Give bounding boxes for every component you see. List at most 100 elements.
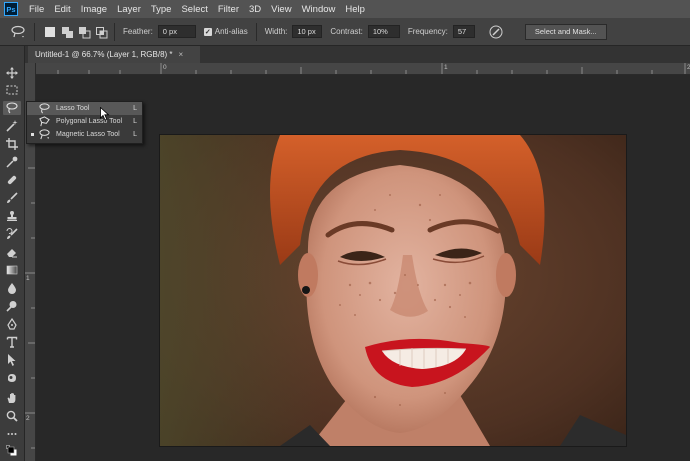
menu-edit[interactable]: Edit [49,4,75,15]
contrast-input[interactable]: 10% [367,25,400,38]
magnetic-lasso-tool-option[interactable]: Magnetic Lasso Tool L [27,128,142,141]
zoom-icon [6,410,18,422]
type-tool[interactable] [3,335,21,349]
magnetic-lasso-tool-label: Magnetic Lasso Tool [56,131,120,138]
magic-wand-tool[interactable] [3,119,21,133]
document-tab-bar: Untitled-1 @ 66.7% (Layer 1, RGB/8) * × [24,46,690,63]
shortcut-key: L [133,131,137,138]
menu-type[interactable]: Type [146,4,177,15]
shortcut-key: L [133,105,137,112]
shape-icon [8,374,16,382]
eyedropper-tool[interactable] [3,155,21,169]
mouse-cursor-icon [100,107,110,121]
canvas-image[interactable] [160,135,626,446]
new-selection-icon[interactable] [45,26,55,37]
ruler-tick-label: 1 [26,275,30,282]
path-selection-tool[interactable] [3,353,21,367]
contrast-label: Contrast: [330,27,363,36]
add-to-selection-icon[interactable] [62,26,73,38]
menu-3d[interactable]: 3D [244,4,266,15]
horizontal-ruler: 0 1 2 [30,63,690,75]
lasso-icon [6,102,18,114]
document-tab-title: Untitled-1 @ 66.7% (Layer 1, RGB/8) * [35,50,173,59]
ruler-tick-label: 1 [444,64,448,71]
select-and-mask-button[interactable]: Select and Mask... [524,23,607,40]
magnetic-lasso-icon [39,129,50,140]
polygonal-lasso-tool-option[interactable]: Polygonal Lasso Tool L [27,115,142,128]
options-separator [114,22,115,41]
menu-select[interactable]: Select [176,4,212,15]
menu-filter[interactable]: Filter [213,4,244,15]
hand-tool[interactable] [3,391,21,405]
shape-tool[interactable] [3,371,21,385]
ruler-tick-label: 0 [163,64,167,71]
move-tool[interactable] [3,66,21,80]
pen-tool[interactable] [3,317,21,331]
menu-view[interactable]: View [266,4,296,15]
polygonal-lasso-tool-label: Polygonal Lasso Tool [56,118,123,125]
clone-stamp-tool[interactable] [3,209,21,223]
eraser-icon [7,249,17,258]
options-separator [255,22,257,41]
blur-icon [8,283,16,294]
antialias-checkbox[interactable]: ✓ [203,27,212,36]
lasso-tools-flyout: Lasso Tool L Polygonal Lasso Tool L Magn… [26,101,143,144]
menu-window[interactable]: Window [297,4,341,15]
options-separator [34,22,35,41]
active-tool-indicator [31,133,34,136]
blur-tool[interactable] [3,281,21,295]
type-icon [6,336,18,348]
hand-icon [7,393,16,403]
more-tools-icon [7,433,17,435]
magnetic-lasso-preset-icon[interactable] [10,25,26,39]
more-tools-button[interactable] [3,427,21,441]
width-input[interactable]: 10 px [292,25,323,38]
intersect-selection-icon[interactable] [96,26,108,38]
lasso-icon [39,103,50,114]
marquee-icon [6,85,18,95]
menu-bar: Ps File Edit Image Layer Type Select Fil… [0,0,690,18]
lasso-tool[interactable] [3,101,21,115]
dodge-icon [6,301,17,312]
options-bar: Feather: 0 px ✓ Anti-alias Width: 10 px … [0,18,690,46]
dodge-tool[interactable] [3,299,21,313]
pen-pressure-icon[interactable] [489,25,503,39]
ruler-tick-label: 2 [26,415,30,422]
frequency-label: Frequency: [407,27,448,36]
feather-input[interactable]: 0 px [157,25,196,38]
brush-tool[interactable] [3,191,21,205]
color-swatches[interactable] [3,444,21,458]
antialias-label: Anti-alias [214,27,248,36]
subtract-from-selection-icon[interactable] [79,26,91,38]
frequency-input[interactable]: 57 [452,25,475,38]
menu-file[interactable]: File [24,4,49,15]
feather-label: Feather: [123,27,153,36]
close-tab-icon[interactable]: × [179,50,184,59]
crop-tool[interactable] [3,137,21,151]
width-label: Width: [264,27,288,36]
zoom-tool[interactable] [3,409,21,423]
pen-icon [7,318,17,330]
healing-brush-tool[interactable] [3,173,21,187]
photoshop-logo: Ps [4,2,18,16]
path-selection-icon [8,354,16,366]
clone-stamp-icon [7,211,17,221]
marquee-tool[interactable] [3,83,21,97]
eyedropper-icon [6,156,18,168]
menu-layer[interactable]: Layer [112,4,146,15]
crop-icon [6,138,18,150]
menu-image[interactable]: Image [76,4,112,15]
gradient-icon [6,265,18,275]
gradient-tool[interactable] [3,263,21,277]
move-icon [6,67,18,79]
eraser-tool[interactable] [3,245,21,259]
menu-help[interactable]: Help [340,4,370,15]
lasso-tool-label: Lasso Tool [56,105,90,112]
shortcut-key: L [133,118,137,125]
history-brush-tool[interactable] [3,227,21,241]
document-tab[interactable]: Untitled-1 @ 66.7% (Layer 1, RGB/8) * × [28,46,200,63]
history-brush-icon [6,228,18,239]
polygonal-lasso-icon [39,116,50,127]
lasso-tool-option[interactable]: Lasso Tool L [27,102,142,115]
brush-icon [7,192,18,203]
